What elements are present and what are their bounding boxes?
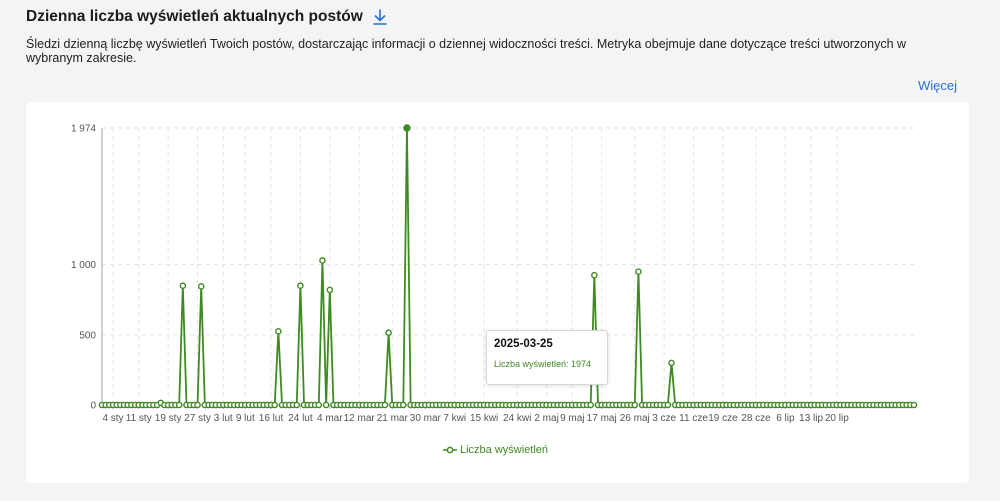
y-tick-label: 1 000 xyxy=(71,260,96,271)
x-tick-label: 12 mar xyxy=(344,413,376,424)
x-tick-label: 27 sty xyxy=(184,413,211,424)
chart-card: 0 500 1 000 1 974 4 sty 11 sty 19 sty 27 sty 3 l… xyxy=(26,102,969,483)
data-point xyxy=(275,328,282,335)
x-tick-label: 6 lip xyxy=(776,413,795,424)
x-tick-label: 17 maj xyxy=(587,413,617,424)
page-title: Dzienna liczba wyświetleń aktualnych pos… xyxy=(26,8,363,25)
y-tick-label: 0 xyxy=(90,401,96,412)
tooltip-date: 2025-03-25 xyxy=(494,338,553,350)
y-tick-label: 500 xyxy=(79,330,96,341)
data-point xyxy=(385,329,392,337)
data-point xyxy=(910,401,918,409)
x-tick-label: 19 cze xyxy=(708,413,738,424)
data-point xyxy=(293,401,301,409)
x-tick-label: 26 maj xyxy=(620,413,650,424)
data-point xyxy=(664,401,672,409)
active-data-point xyxy=(403,124,411,132)
data-point xyxy=(175,401,183,409)
chart-description: Śledzi dzienną liczbę wyświetleń Twoich … xyxy=(26,37,907,65)
x-tick-label: 21 mar xyxy=(377,413,409,424)
x-tick-label: 4 mar xyxy=(317,413,343,424)
data-point xyxy=(668,359,675,367)
data-point xyxy=(315,401,323,409)
tooltip-value: Liczba wyświetleń: 1974 xyxy=(494,359,592,369)
x-tick-label: 28 cze xyxy=(741,413,771,424)
data-point xyxy=(399,401,407,409)
x-tick-label: 15 kwi xyxy=(470,413,498,424)
legend-label: Liczba wyświetleń xyxy=(460,444,549,456)
data-point xyxy=(326,286,334,294)
line-chart: 0 500 1 000 1 974 4 sty 11 sty 19 sty 27 sty 3 l… xyxy=(71,124,918,424)
data-point xyxy=(587,401,594,409)
x-tick-label: 30 mar xyxy=(410,413,442,424)
x-tick-label: 3 lut xyxy=(214,413,233,424)
download-icon[interactable] xyxy=(371,8,389,26)
data-point xyxy=(381,401,389,409)
data-point xyxy=(179,282,187,290)
y-tick-label: 1 974 xyxy=(71,124,96,135)
x-tick-label: 11 cze xyxy=(679,413,708,424)
x-tick-label: 13 lip xyxy=(799,413,823,424)
data-point xyxy=(197,283,205,290)
x-tick-label: 9 lut xyxy=(236,413,255,424)
x-tick-label: 9 maj xyxy=(560,413,584,424)
data-point xyxy=(271,401,278,409)
data-point xyxy=(591,271,598,279)
data-point xyxy=(322,401,330,409)
data-point xyxy=(194,401,201,409)
x-tick-label: 24 kwi xyxy=(503,413,531,424)
legend-marker-icon xyxy=(443,446,457,454)
x-tick-label: 7 kwi xyxy=(443,413,466,424)
chart-legend[interactable]: Liczba wyświetleń xyxy=(443,444,548,456)
x-tick-label: 3 cze xyxy=(652,413,676,424)
chart-tooltip: 2025-03-25 Liczba wyświetleń: 1974 xyxy=(486,330,608,385)
x-tick-label: 24 lut xyxy=(288,413,313,424)
x-tick-label: 4 sty xyxy=(102,413,123,424)
data-point xyxy=(319,257,326,264)
data-point xyxy=(631,401,639,409)
data-point xyxy=(635,268,642,275)
chart-header: Dzienna liczba wyświetleń aktualnych pos… xyxy=(26,8,389,26)
x-tick-label: 20 lip xyxy=(825,413,849,424)
x-tick-label: 19 sty xyxy=(155,413,182,424)
more-link[interactable]: Więcej xyxy=(918,78,957,93)
x-tick-label: 2 maj xyxy=(534,413,558,424)
data-point xyxy=(297,282,304,290)
x-tick-label: 16 lut xyxy=(259,413,284,424)
x-tick-label: 11 sty xyxy=(126,413,152,424)
